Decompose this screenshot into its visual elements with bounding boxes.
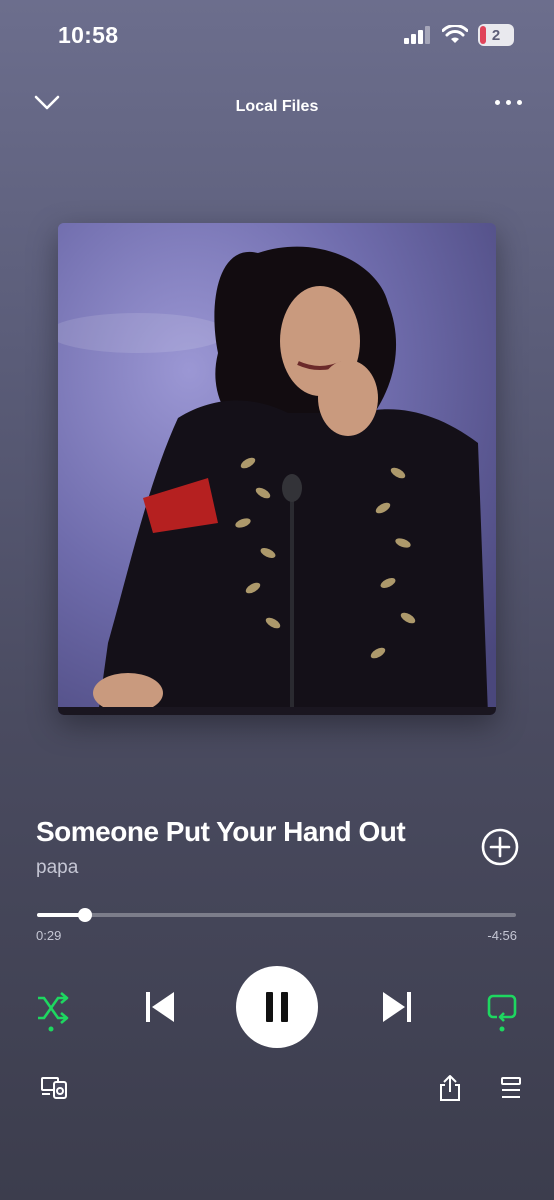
- progress-bar-track[interactable]: [37, 913, 516, 917]
- album-artwork: [58, 223, 496, 715]
- queue-icon: [501, 1077, 521, 1098]
- queue-button[interactable]: [500, 1076, 522, 1105]
- remaining-time: -4:56: [487, 928, 517, 943]
- battery-level: 2: [491, 26, 501, 44]
- next-track-button[interactable]: [381, 990, 413, 1029]
- status-time: 10:58: [58, 22, 119, 48]
- track-title: Someone Put Your Hand Out: [36, 816, 406, 847]
- context-title: Local Files: [235, 98, 319, 115]
- more-icon: [495, 100, 500, 105]
- elapsed-time: 0:29: [36, 928, 62, 943]
- track-artist[interactable]: papa: [36, 857, 78, 879]
- wifi-icon: [442, 25, 468, 43]
- repeat-icon: [487, 994, 517, 1032]
- share-icon: [440, 1075, 460, 1101]
- devices-icon: [41, 1077, 67, 1099]
- play-pause-button[interactable]: [236, 966, 318, 1048]
- previous-track-button[interactable]: [144, 990, 176, 1029]
- battery-indicator: 2: [478, 24, 514, 46]
- signal-icon: [404, 26, 430, 44]
- repeat-button[interactable]: [487, 992, 517, 1037]
- add-circle-icon: [481, 828, 519, 866]
- connect-devices-button[interactable]: [40, 1076, 68, 1105]
- pause-icon: [266, 992, 288, 1022]
- progress-handle[interactable]: [78, 908, 92, 922]
- share-button[interactable]: [438, 1074, 462, 1107]
- more-options-button[interactable]: [495, 100, 522, 105]
- skip-next-icon: [383, 992, 411, 1022]
- add-to-library-button[interactable]: [480, 827, 520, 872]
- shuffle-button[interactable]: [36, 992, 70, 1037]
- status-icons: 2: [404, 24, 514, 46]
- battery-fill: [480, 26, 486, 44]
- shuffle-icon: [38, 992, 69, 1032]
- skip-previous-icon: [146, 992, 174, 1022]
